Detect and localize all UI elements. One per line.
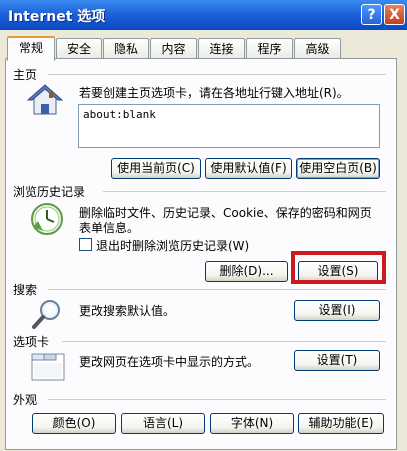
accessibility-button[interactable]: 辅助功能(E) — [298, 413, 384, 434]
divider — [48, 289, 386, 290]
languages-button[interactable]: 语言(L) — [121, 413, 205, 434]
divider — [62, 341, 386, 342]
use-blank-button[interactable]: 使用空白页(B) — [296, 158, 380, 179]
history-clock-icon — [31, 203, 63, 235]
tabs-settings-button[interactable]: 设置(T) — [294, 350, 380, 371]
help-button[interactable]: ? — [361, 4, 382, 25]
tabs-description: 更改网页在选项卡中显示的方式。 — [79, 355, 260, 369]
tabs-section-title: 选项卡 — [13, 335, 50, 349]
tab-security[interactable]: 安全 — [56, 38, 102, 58]
fonts-button[interactable]: 字体(N) — [210, 413, 294, 434]
search-description: 更改搜索默认值。 — [79, 304, 176, 318]
history-section-title: 浏览历史记录 — [13, 185, 86, 199]
history-description-line2: 表单信息。 — [79, 221, 140, 235]
tab-programs[interactable]: 程序 — [246, 38, 293, 58]
tab-privacy[interactable]: 隐私 — [103, 38, 149, 58]
home-icon — [27, 84, 63, 115]
use-current-button[interactable]: 使用当前页(C) — [111, 158, 201, 179]
search-settings-button[interactable]: 设置(I) — [294, 300, 380, 321]
highlight-box — [291, 251, 386, 284]
divider — [48, 399, 386, 400]
appearance-section-title: 外观 — [13, 393, 38, 407]
magnifier-icon — [32, 300, 60, 329]
tab-general[interactable]: 常规 — [7, 36, 55, 61]
colors-button[interactable]: 颜色(O) — [32, 413, 116, 434]
tab-content[interactable]: 内容 — [150, 38, 197, 58]
window-title: Internet 选项 — [8, 9, 106, 25]
home-section-title: 主页 — [13, 68, 38, 82]
title-bar: Internet 选项 ? X — [0, 0, 407, 30]
tabs-icon — [31, 353, 65, 381]
divider — [48, 74, 386, 75]
delete-on-exit-label: 退出时删除浏览历史记录(W) — [96, 239, 250, 253]
delete-history-button[interactable]: 删除(D)... — [205, 261, 288, 282]
delete-on-exit-checkbox[interactable] — [79, 238, 92, 251]
home-description: 若要创建主页选项卡，请在各地址行键入地址(R)。 — [79, 86, 349, 100]
home-address-field[interactable]: about:blank — [78, 104, 380, 148]
home-address-value: about:blank — [83, 108, 156, 121]
divider — [103, 191, 386, 192]
tab-advanced[interactable]: 高级 — [294, 38, 341, 58]
tab-connections[interactable]: 连接 — [198, 38, 245, 58]
close-button[interactable]: X — [384, 4, 405, 25]
use-default-button[interactable]: 使用默认值(F) — [205, 158, 292, 179]
search-section-title: 搜索 — [13, 283, 38, 297]
